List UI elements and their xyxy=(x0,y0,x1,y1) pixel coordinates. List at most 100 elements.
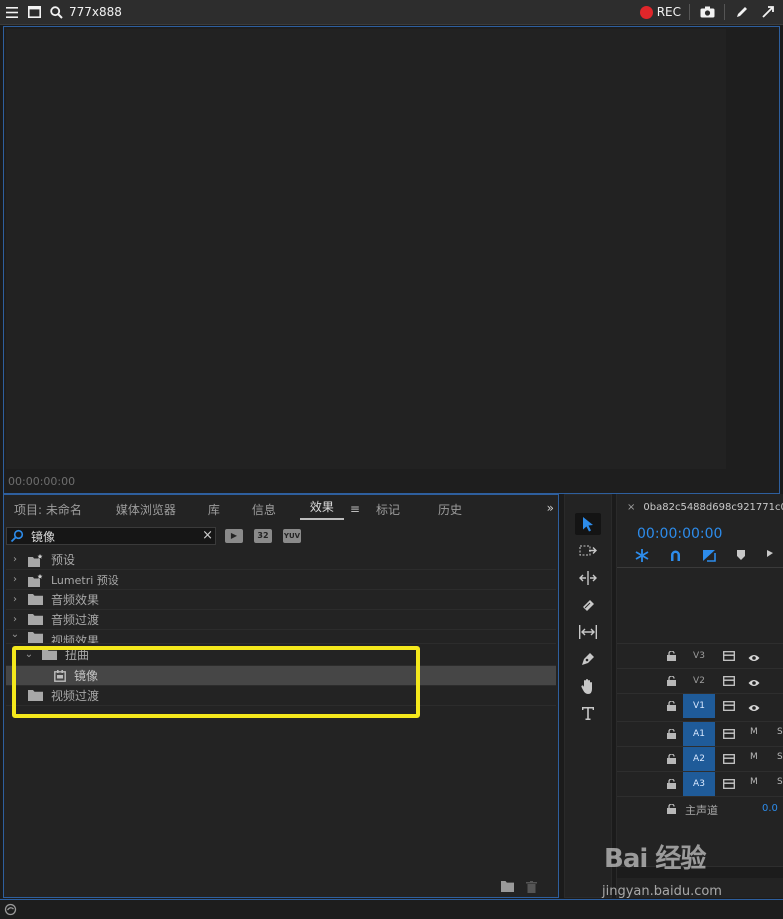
yuv-effects-filter-button[interactable]: YUV xyxy=(283,529,301,543)
tab-effects[interactable]: 效果 xyxy=(299,498,344,520)
accelerated-effects-filter-icon[interactable]: ▶ xyxy=(225,529,243,543)
snap-magnet-icon[interactable] xyxy=(669,549,682,565)
video-track-v3[interactable]: V3 xyxy=(617,643,783,667)
master-audio-track[interactable]: 主声道 0.0 xyxy=(617,796,783,820)
toggle-sync-lock-icon[interactable] xyxy=(723,753,735,764)
camera-icon[interactable] xyxy=(698,3,716,21)
preset-folder-icon xyxy=(28,574,43,587)
track-lock-icon[interactable] xyxy=(667,753,676,764)
slip-tool-icon[interactable] xyxy=(575,621,601,643)
ripple-edit-tool-icon[interactable] xyxy=(575,567,601,589)
linked-selection-icon[interactable] xyxy=(702,549,716,565)
track-target-label[interactable]: A3 xyxy=(683,772,715,796)
chevron-right-icon[interactable]: › xyxy=(8,614,22,625)
hand-tool-icon[interactable] xyxy=(575,675,601,697)
tab-libraries[interactable]: 库 xyxy=(198,501,230,518)
window-size-label: 777x888 xyxy=(69,5,122,19)
tab-info[interactable]: 信息 xyxy=(242,501,286,518)
tree-item-label: 音频过渡 xyxy=(51,613,100,627)
effects-search-box[interactable]: × xyxy=(6,527,216,545)
track-lock-icon[interactable] xyxy=(667,803,676,814)
type-tool-icon[interactable] xyxy=(575,702,601,724)
audio-track-a3[interactable]: A3 M S xyxy=(617,771,783,796)
sync-status-icon[interactable] xyxy=(4,903,17,916)
clear-search-icon[interactable]: × xyxy=(202,528,213,543)
32bit-effects-filter-button[interactable]: 32 xyxy=(254,529,272,543)
tree-item-label: 视频效果 xyxy=(51,634,100,644)
tab-project[interactable]: 项目: 未命名 xyxy=(4,501,92,518)
add-marker-icon[interactable] xyxy=(736,549,746,565)
track-target-label[interactable]: V2 xyxy=(683,669,715,693)
record-label[interactable]: REC xyxy=(657,5,681,19)
video-track-v1[interactable]: V1 xyxy=(617,693,783,718)
audio-track-a2[interactable]: A2 M S xyxy=(617,746,783,771)
effects-search-input[interactable] xyxy=(31,529,191,543)
search-icon[interactable] xyxy=(47,3,65,21)
watermark-url: jingyan.baidu.com xyxy=(602,884,722,899)
tree-item-lumetri-presets[interactable]: › Lumetri 预设 xyxy=(6,570,556,590)
track-lock-icon[interactable] xyxy=(667,675,676,686)
selection-tool-icon[interactable] xyxy=(575,513,601,535)
mute-track-button[interactable]: M xyxy=(750,727,758,737)
toggle-sync-lock-icon[interactable] xyxy=(723,728,735,739)
monitor-timecode[interactable]: 00:00:00:00 xyxy=(8,475,75,488)
pen-icon[interactable] xyxy=(733,3,751,21)
tab-media-browser[interactable]: 媒体浏览器 xyxy=(106,501,186,518)
toggle-track-output-eye-icon[interactable] xyxy=(748,651,760,661)
track-lock-icon[interactable] xyxy=(667,728,676,739)
track-lock-icon[interactable] xyxy=(667,700,676,711)
tree-item-presets[interactable]: › 预设 xyxy=(6,550,556,570)
panel-menu-icon[interactable]: ≡ xyxy=(350,502,360,516)
program-monitor[interactable]: 00:00:00:00 xyxy=(3,26,780,494)
track-select-tool-icon[interactable] xyxy=(575,540,601,562)
track-target-label[interactable]: A1 xyxy=(683,722,715,746)
effects-search-row: × ▶ 32 YUV xyxy=(4,525,558,547)
chevron-right-icon[interactable]: › xyxy=(8,594,22,605)
trash-icon[interactable] xyxy=(526,881,539,893)
close-sequence-icon[interactable]: × xyxy=(627,502,635,513)
tab-history[interactable]: 历史 xyxy=(428,501,466,518)
chevron-right-icon[interactable]: › xyxy=(8,574,22,585)
timeline-settings-icon[interactable] xyxy=(766,549,774,565)
toggle-sync-lock-icon[interactable] xyxy=(723,650,735,661)
toggle-sync-lock-icon[interactable] xyxy=(723,700,735,711)
audio-track-a1[interactable]: A1 M S xyxy=(617,721,783,746)
baidu-watermark: Bai 经验 jingyan.baidu.com xyxy=(598,838,758,904)
chevron-down-icon[interactable]: ⌄ xyxy=(8,630,22,640)
track-lock-icon[interactable] xyxy=(667,778,676,789)
mute-track-button[interactable]: M xyxy=(750,777,758,787)
tree-item-audio-transitions[interactable]: › 音频过渡 xyxy=(6,610,556,630)
timeline-timecode[interactable]: 00:00:00:00 xyxy=(637,526,722,542)
menu-icon[interactable] xyxy=(3,3,21,21)
track-target-label[interactable]: V3 xyxy=(683,644,715,668)
fullscreen-icon[interactable] xyxy=(759,3,777,21)
video-track-v2[interactable]: V2 xyxy=(617,668,783,692)
tree-item-label: 预设 xyxy=(51,553,76,567)
tab-markers[interactable]: 标记 xyxy=(366,501,410,518)
toggle-track-output-eye-icon[interactable] xyxy=(748,701,760,711)
track-target-label[interactable]: A2 xyxy=(683,747,715,771)
nest-sequence-icon[interactable] xyxy=(635,549,649,565)
tree-item-video-effects[interactable]: ⌄ 视频效果 xyxy=(6,630,556,644)
razor-tool-icon[interactable] xyxy=(575,594,601,616)
track-target-label[interactable]: V1 xyxy=(683,694,715,718)
toggle-track-output-eye-icon[interactable] xyxy=(748,676,760,686)
master-track-label: 主声道 xyxy=(685,804,718,817)
tree-item-audio-effects[interactable]: › 音频效果 xyxy=(6,590,556,610)
master-volume-value[interactable]: 0.0 xyxy=(762,803,778,814)
pen-tool-icon[interactable] xyxy=(575,648,601,670)
solo-track-button[interactable]: S xyxy=(777,752,783,762)
toggle-sync-lock-icon[interactable] xyxy=(723,675,735,686)
toggle-sync-lock-icon[interactable] xyxy=(723,778,735,789)
solo-track-button[interactable]: S xyxy=(777,727,783,737)
mute-track-button[interactable]: M xyxy=(750,752,758,762)
sequence-tab[interactable]: × 0ba82c5488d698c921771c08 xyxy=(627,502,783,513)
track-lock-icon[interactable] xyxy=(667,650,676,661)
window-icon[interactable] xyxy=(25,3,43,21)
tabs-overflow-icon[interactable]: » xyxy=(547,501,554,515)
solo-track-button[interactable]: S xyxy=(777,777,783,787)
chevron-right-icon[interactable]: › xyxy=(8,554,22,565)
monitor-video-area[interactable] xyxy=(6,29,726,469)
new-bin-icon[interactable] xyxy=(501,881,514,892)
record-indicator-icon[interactable] xyxy=(639,5,653,19)
